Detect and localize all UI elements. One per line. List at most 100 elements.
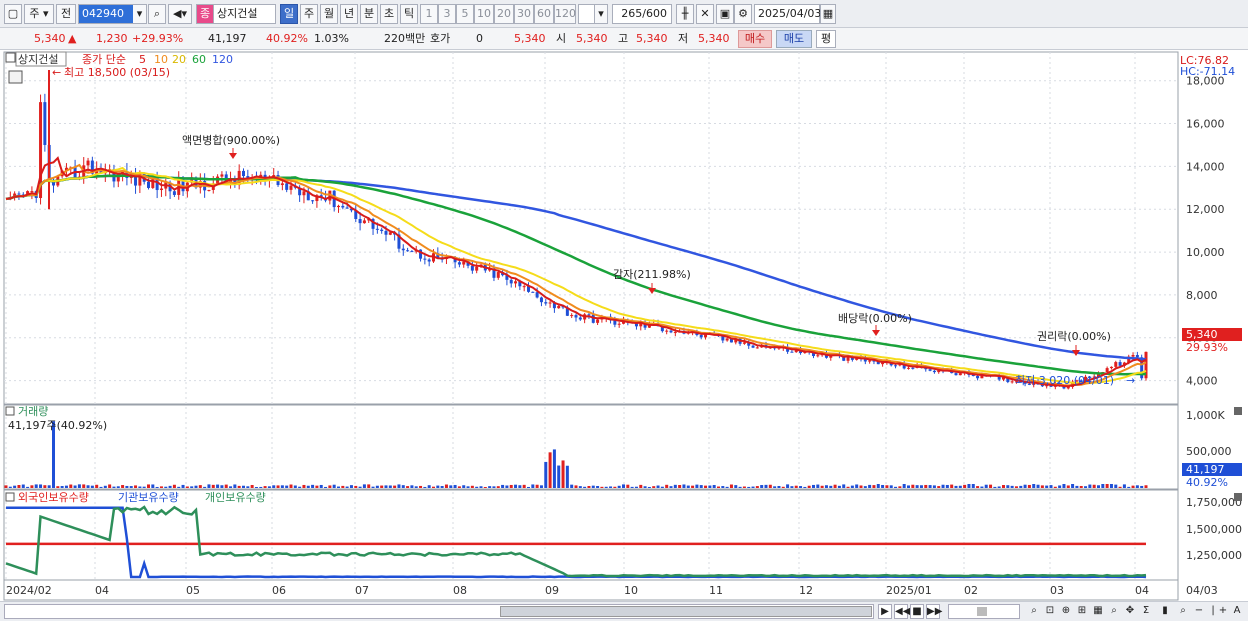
avg-button[interactable]: 평 [816, 30, 836, 48]
volume-bar [613, 486, 617, 488]
count-field[interactable]: 265/600 [612, 4, 672, 24]
candle-body [548, 302, 552, 304]
volume-bar [1122, 484, 1126, 488]
interval-120-button[interactable]: 120 [554, 4, 576, 24]
period-year-button[interactable]: 년 [340, 4, 358, 24]
volume-bar [302, 484, 306, 488]
crosshair-icon[interactable]: ⊕ [1058, 604, 1074, 619]
interval-10-button[interactable]: 10 [474, 4, 494, 24]
stock-name-field[interactable]: 상지건설 [214, 4, 276, 24]
magnify-icon[interactable]: ⌕ [1106, 604, 1122, 619]
candle-body [289, 185, 293, 190]
volume-bar [993, 486, 997, 488]
fit-icon[interactable]: ⊞ [1074, 604, 1090, 619]
volume-bar [324, 486, 328, 488]
move-icon[interactable]: ✥ [1122, 604, 1138, 619]
period-month-button[interactable]: 월 [320, 4, 338, 24]
volume-bar [1032, 484, 1036, 488]
volume-bar [17, 484, 21, 488]
stop-icon[interactable]: ■ [910, 604, 924, 619]
x-axis-label: 04 [1135, 584, 1149, 597]
code-dropdown-icon[interactable]: ▾ [133, 4, 147, 24]
search-chart-icon[interactable]: ⌕ [1026, 604, 1042, 619]
volume-bar [807, 485, 811, 488]
search-zoom-icon[interactable]: ⌕ [1176, 604, 1190, 619]
volume-close-icon[interactable] [1234, 407, 1242, 415]
zoom-out-button[interactable]: − [1192, 604, 1206, 619]
volume-bar [492, 486, 496, 488]
volume-bar [1071, 484, 1075, 488]
interval-30-button[interactable]: 30 [514, 4, 534, 24]
high-label: 고 [618, 32, 629, 45]
interval-20-button[interactable]: 20 [494, 4, 514, 24]
volume-tag-text: 41,197 [1186, 463, 1225, 476]
stock-chart-svg[interactable]: 상지건설 종가 단순 5 10 20 60 120 LC:76.82 HC:-7… [0, 50, 1248, 601]
interval-dropdown-icon[interactable]: ▾ [594, 4, 608, 24]
volume-bar [928, 485, 932, 488]
candle-body [362, 220, 366, 224]
speaker-icon[interactable]: ◀▾ [168, 4, 192, 24]
volume-bar [984, 484, 988, 488]
save-icon[interactable]: ▣ [716, 4, 734, 24]
market-select[interactable]: 주 ▾ [24, 4, 54, 24]
volume-bar [958, 485, 962, 488]
interval-1-button[interactable]: 1 [420, 4, 438, 24]
hoga-price: 5,340 [514, 32, 546, 45]
buy-button[interactable]: 매수 [738, 30, 772, 48]
interval-3-button[interactable]: 3 [438, 4, 456, 24]
forward-icon[interactable]: ▶▶ [926, 604, 942, 619]
sell-button[interactable]: 매도 [776, 30, 812, 48]
rewind-icon[interactable]: ◀◀ [894, 604, 910, 619]
period-week-button[interactable]: 주 [300, 4, 318, 24]
search-icon[interactable]: ⌕ [148, 4, 166, 24]
scroll-right-icon[interactable]: ▶ [878, 604, 892, 619]
holder-panel [3, 489, 1179, 581]
volume-bar [686, 485, 690, 488]
volume-bar [963, 484, 967, 488]
chart-scroll-track[interactable] [4, 604, 874, 619]
calculator-icon[interactable] [8, 70, 23, 84]
volume-bar [1019, 485, 1023, 488]
type-select[interactable]: 전 [56, 4, 76, 24]
volume-bar [634, 486, 638, 488]
calendar-icon[interactable]: ▦ [820, 4, 836, 24]
volume-bar [907, 485, 910, 488]
volume-bar [570, 484, 574, 488]
interval-60-button[interactable]: 60 [534, 4, 554, 24]
volume-bar [833, 484, 837, 488]
date-field[interactable]: 2025/04/03 [754, 4, 821, 24]
chart-scroll-thumb[interactable] [500, 606, 872, 617]
volume-bar [371, 486, 375, 488]
period-second-button[interactable]: 초 [380, 4, 398, 24]
period-tick-button[interactable]: 틱 [400, 4, 418, 24]
tools-icon[interactable]: ✕ [696, 4, 714, 24]
volume-bar [557, 465, 561, 488]
chart-area[interactable]: 상지건설 종가 단순 5 10 20 60 120 LC:76.82 HC:-7… [0, 50, 1248, 601]
chart-type-icon[interactable]: ▮ [1158, 604, 1172, 619]
zoom-slider-thumb[interactable] [977, 607, 987, 616]
scroll-bar: ▶ ◀◀ ■ ▶▶ ⌕ ⊡ ⊕ ⊞ ▦ ⌕ ✥ Σ ▮ ⌕ − | + A [0, 601, 1248, 621]
interval-5-button[interactable]: 5 [456, 4, 474, 24]
window-icon[interactable]: ▢ [4, 4, 22, 24]
volume-bar [837, 485, 841, 488]
zoom-slider[interactable] [948, 604, 1020, 619]
volume-bar [211, 484, 215, 488]
candle-type-icon[interactable]: ╫ [676, 4, 694, 24]
volume-bar [764, 484, 768, 488]
volume-bar [95, 484, 99, 488]
volume-bar [82, 484, 86, 488]
volume-bar [289, 484, 293, 488]
gear-icon[interactable]: ⚙ [734, 4, 752, 24]
volume-bar [1097, 485, 1100, 488]
volume-bar [1002, 485, 1005, 488]
zoom-in-button[interactable]: + [1216, 604, 1230, 619]
sum-icon[interactable]: Σ [1138, 604, 1154, 619]
zoom-area-icon[interactable]: ⊡ [1042, 604, 1058, 619]
grid-icon[interactable]: ▦ [1090, 604, 1106, 619]
holder-close-icon[interactable] [1234, 493, 1242, 501]
volume-bar [198, 485, 202, 488]
volume-bar [816, 484, 820, 488]
period-minute-button[interactable]: 분 [360, 4, 378, 24]
period-day-button[interactable]: 일 [280, 4, 298, 24]
auto-button[interactable]: A [1230, 604, 1244, 619]
